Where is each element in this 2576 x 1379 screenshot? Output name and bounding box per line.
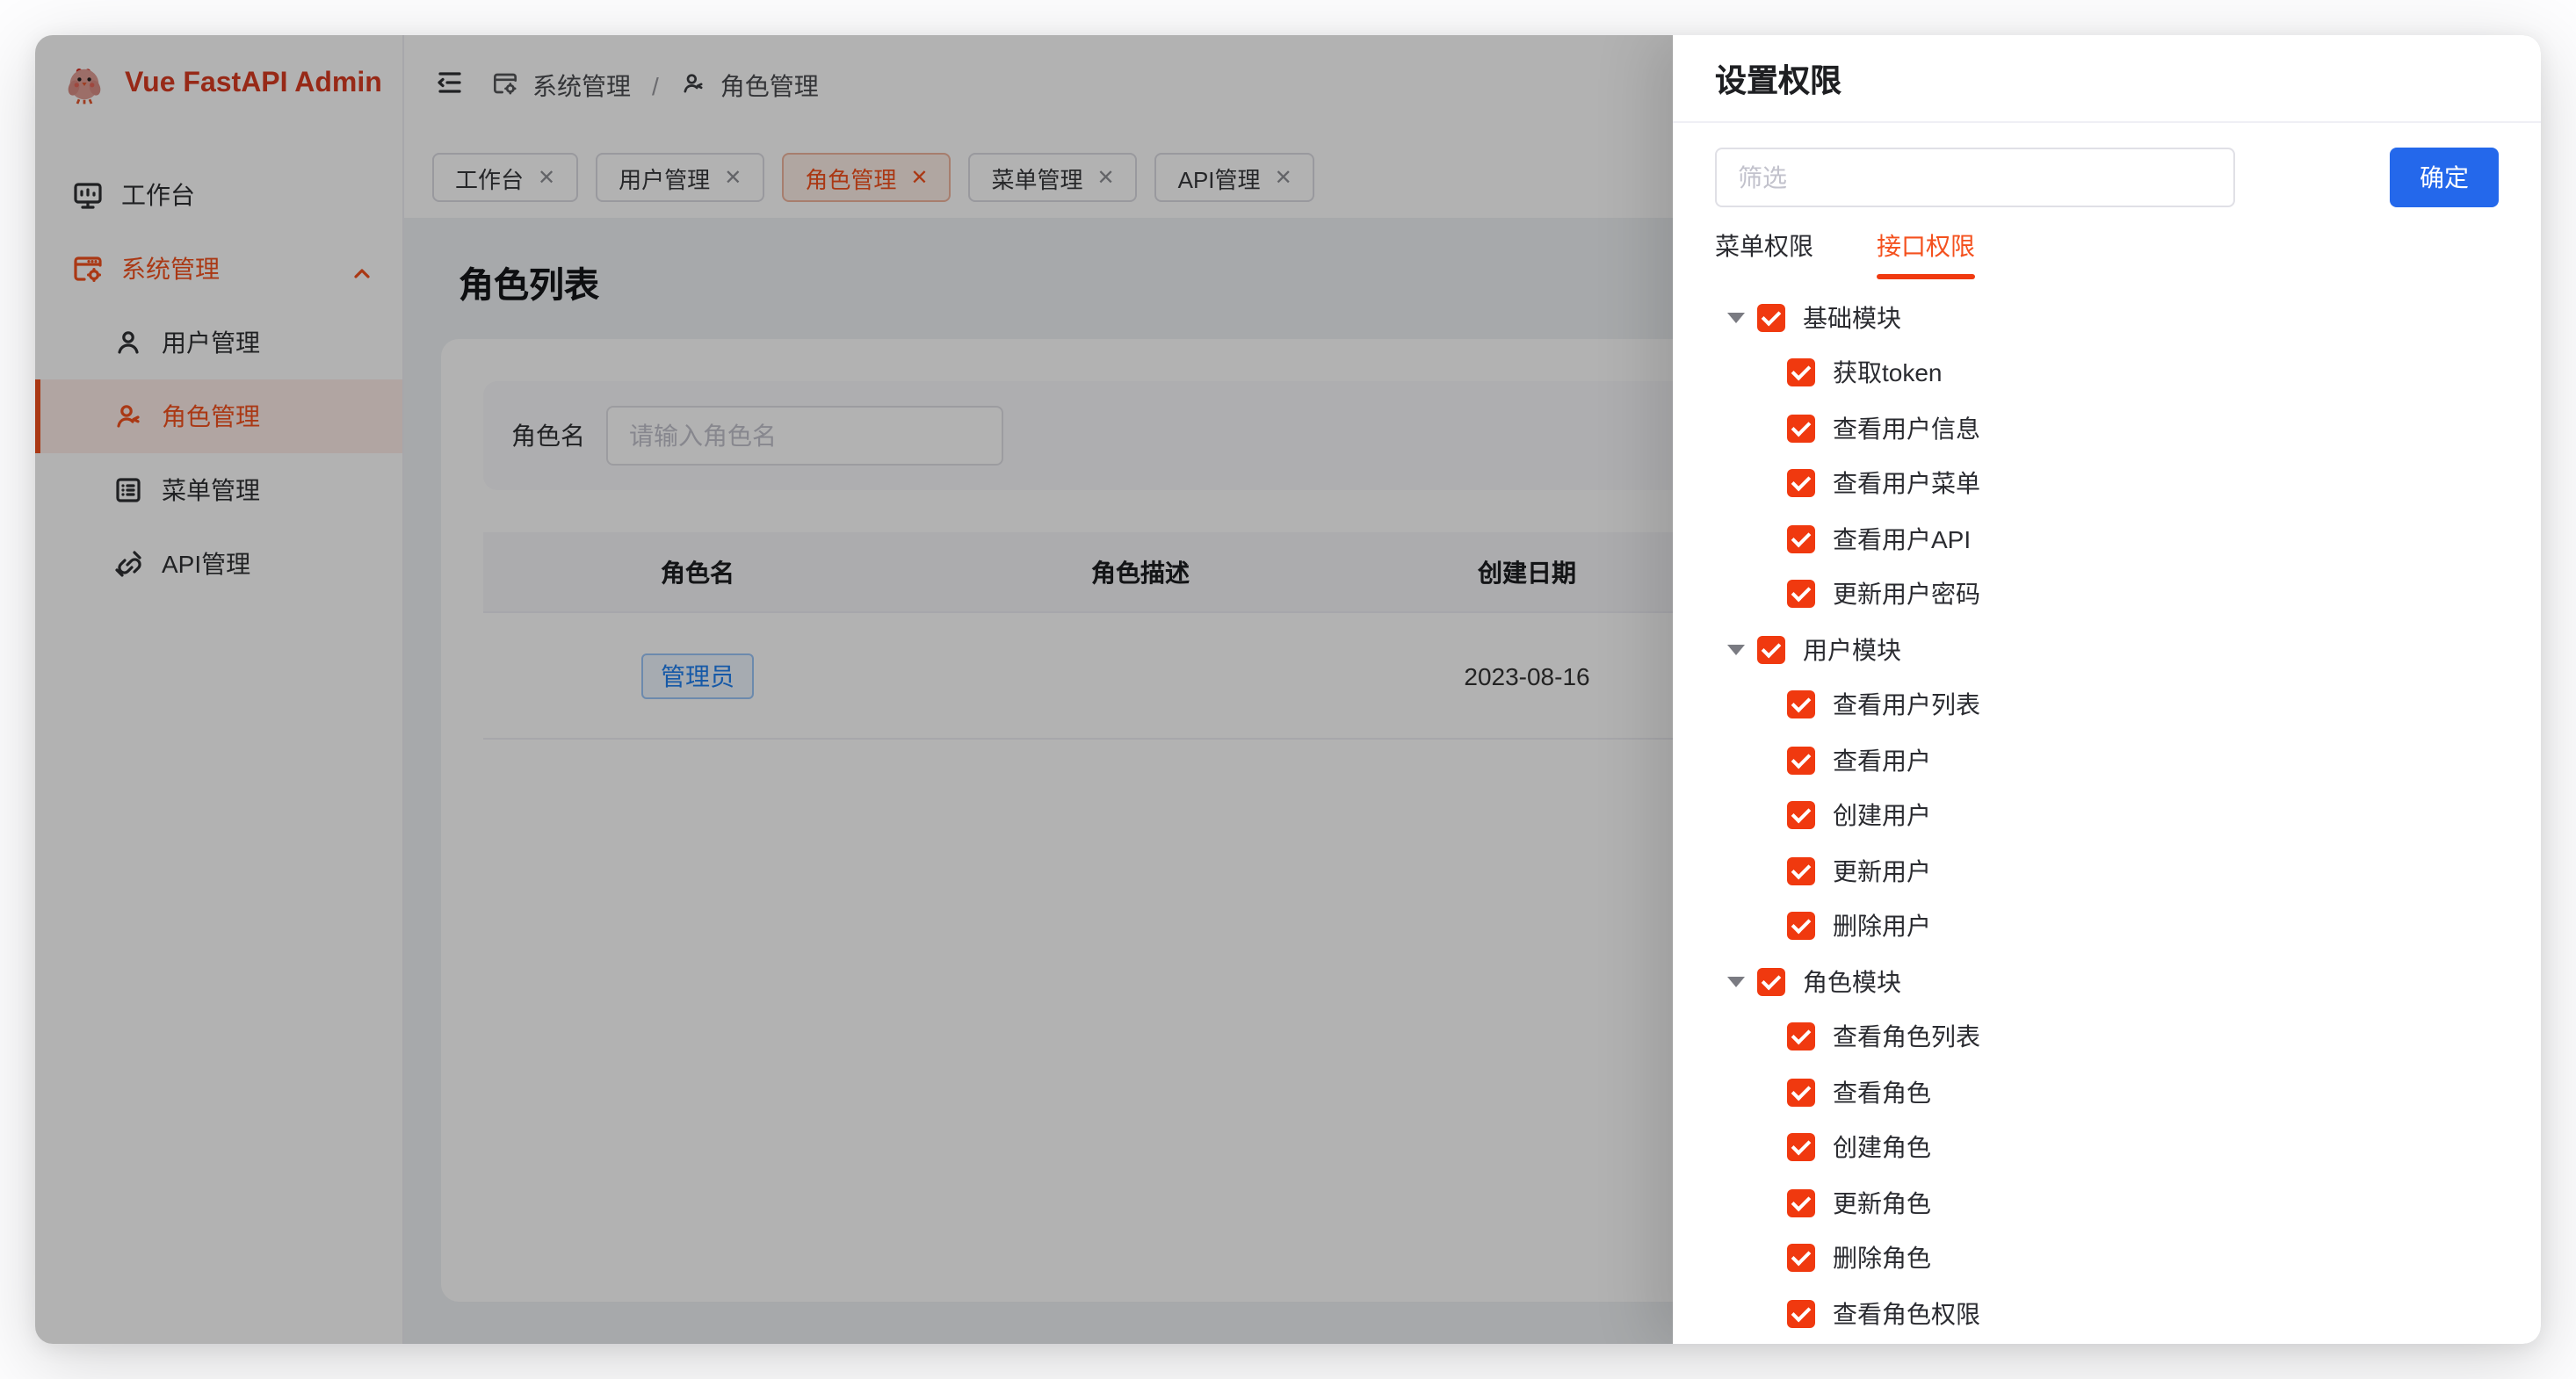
app-window: Vue FastAPI Admin 工作台 系统管理	[35, 35, 2541, 1344]
tree-node-label: 查看用户信息	[1833, 411, 1980, 446]
tree-node-leaf[interactable]: 更新用户密码	[1673, 567, 2541, 622]
checkbox-checked[interactable]	[1787, 691, 1815, 719]
tree-node-leaf[interactable]: 删除角色	[1673, 1231, 2541, 1286]
tree-node-leaf[interactable]: 查看用户菜单	[1673, 456, 2541, 511]
tree-node-leaf[interactable]: 查看用户信息	[1673, 401, 2541, 456]
tree-node-label: 基础模块	[1803, 300, 1901, 336]
tree-node-label: 查看用户API	[1833, 522, 1971, 557]
filter-input[interactable]	[1715, 148, 2235, 207]
tree-node-leaf[interactable]: 创建用户	[1673, 788, 2541, 843]
tree-node-label: 角色模块	[1803, 964, 1901, 1000]
tree-node-label: 查看用户	[1833, 743, 1931, 778]
permission-drawer: 设置权限 确定 菜单权限 接口权限 基础模块 获取token	[1673, 35, 2541, 1344]
tree-node-label: 删除用户	[1833, 909, 1931, 944]
caret-down-icon[interactable]	[1726, 307, 1747, 329]
tree-node-leaf[interactable]: 查看角色列表	[1673, 1009, 2541, 1065]
tree-node-label: 更新用户	[1833, 854, 1931, 889]
checkbox-checked[interactable]	[1787, 1300, 1815, 1328]
checkbox-checked[interactable]	[1757, 968, 1785, 996]
tree-node-label: 查看角色列表	[1833, 1020, 1980, 1055]
tree-node-leaf[interactable]: 查看用户	[1673, 733, 2541, 788]
tree-node-group[interactable]: 角色模块	[1673, 954, 2541, 1009]
tab-menu-permission[interactable]: 菜单权限	[1715, 228, 1813, 279]
drawer-filter-row: 确定	[1673, 123, 2541, 207]
drawer-title: 设置权限	[1673, 35, 2541, 123]
permission-tree: 基础模块 获取token 查看用户信息 查看用户菜单 查看用户API	[1673, 279, 2541, 1344]
checkbox-checked[interactable]	[1787, 802, 1815, 830]
tree-node-label: 获取token	[1833, 356, 1943, 391]
checkbox-checked[interactable]	[1787, 857, 1815, 885]
checkbox-checked[interactable]	[1787, 1134, 1815, 1162]
confirm-button[interactable]: 确定	[2390, 148, 2499, 207]
tree-node-label: 创建用户	[1833, 798, 1931, 834]
tree-node-leaf[interactable]: 查看角色	[1673, 1065, 2541, 1120]
tab-api-permission[interactable]: 接口权限	[1877, 228, 1975, 279]
caret-down-icon[interactable]	[1726, 639, 1747, 661]
tree-node-group[interactable]: 用户模块	[1673, 622, 2541, 677]
tree-node-leaf[interactable]: 查看用户列表	[1673, 677, 2541, 733]
checkbox-checked[interactable]	[1787, 913, 1815, 941]
tree-node-leaf[interactable]: 创建角色	[1673, 1120, 2541, 1175]
tree-node-label: 查看用户列表	[1833, 688, 1980, 723]
tree-node-leaf[interactable]: 删除用户	[1673, 899, 2541, 954]
checkbox-checked[interactable]	[1787, 359, 1815, 387]
tree-node-leaf[interactable]: 更新用户	[1673, 843, 2541, 899]
tree-node-label: 查看角色权限	[1833, 1296, 1980, 1332]
caret-down-icon[interactable]	[1726, 971, 1747, 993]
tree-node-leaf[interactable]: 更新角色	[1673, 1175, 2541, 1231]
tree-node-group[interactable]: 基础模块	[1673, 290, 2541, 345]
permission-tabs: 菜单权限 接口权限	[1673, 207, 2541, 279]
checkbox-checked[interactable]	[1787, 747, 1815, 775]
tree-node-leaf[interactable]: 查看用户API	[1673, 511, 2541, 567]
checkbox-checked[interactable]	[1757, 636, 1785, 664]
tree-node-label: 查看角色	[1833, 1075, 1931, 1110]
tree-node-leaf[interactable]: 查看角色权限	[1673, 1286, 2541, 1341]
page: Vue FastAPI Admin 工作台 系统管理	[0, 0, 2576, 1379]
checkbox-checked[interactable]	[1787, 1023, 1815, 1051]
checkbox-checked[interactable]	[1787, 525, 1815, 553]
tree-node-label: 更新角色	[1833, 1186, 1931, 1221]
tree-node-leaf[interactable]: 更新角色权限	[1673, 1341, 2541, 1344]
tree-node-label: 删除角色	[1833, 1241, 1931, 1276]
tree-node-label: 用户模块	[1803, 632, 1901, 668]
checkbox-checked[interactable]	[1787, 1245, 1815, 1273]
checkbox-checked[interactable]	[1787, 581, 1815, 609]
tree-node-leaf[interactable]: 获取token	[1673, 345, 2541, 401]
checkbox-checked[interactable]	[1787, 415, 1815, 443]
tree-node-label: 更新用户密码	[1833, 577, 1980, 612]
checkbox-checked[interactable]	[1787, 470, 1815, 498]
tree-node-label: 创建角色	[1833, 1130, 1931, 1166]
checkbox-checked[interactable]	[1757, 304, 1785, 332]
checkbox-checked[interactable]	[1787, 1079, 1815, 1107]
tree-node-label: 查看用户菜单	[1833, 466, 1980, 502]
checkbox-checked[interactable]	[1787, 1189, 1815, 1217]
